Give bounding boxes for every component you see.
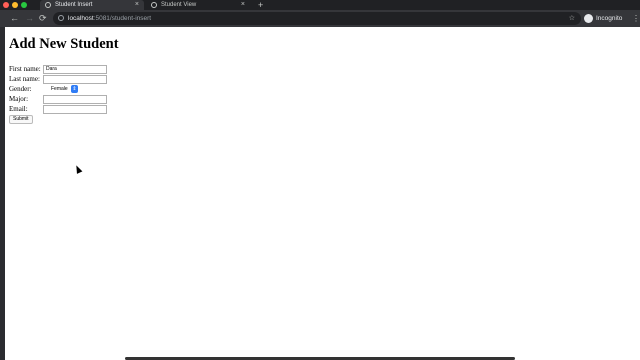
tab-title: Student View xyxy=(161,2,197,8)
globe-icon xyxy=(151,2,157,8)
new-tab-button[interactable]: + xyxy=(258,0,263,10)
forward-arrow-icon[interactable]: → xyxy=(25,10,34,27)
tab-close-icon[interactable]: × xyxy=(241,0,245,10)
gender-label: Gender: xyxy=(9,85,32,93)
bookmark-star-icon[interactable]: ☆ xyxy=(569,12,575,25)
major-input[interactable] xyxy=(43,95,107,104)
url-host: localhost xyxy=(68,15,94,22)
submit-button[interactable]: Submit xyxy=(9,115,33,124)
info-icon[interactable] xyxy=(58,15,64,21)
tab-close-icon[interactable]: × xyxy=(135,0,139,10)
last-name-label: Last name: xyxy=(9,75,40,83)
email-label: Email: xyxy=(9,105,28,113)
reload-icon[interactable]: ⟳ xyxy=(39,10,47,27)
page-title: Add New Student xyxy=(9,36,119,52)
globe-icon xyxy=(45,2,51,8)
window-minimize-dot[interactable] xyxy=(12,2,18,8)
browser-toolbar: ← → ⟳ localhost:5081/student-insert ☆ xyxy=(0,10,640,27)
last-name-input[interactable] xyxy=(43,75,107,84)
incognito-label: Incognito xyxy=(596,15,623,22)
select-chevron-icon: ⇕ xyxy=(71,85,78,93)
tab-strip: Student Insert × Student View × + xyxy=(0,0,640,10)
first-name-input[interactable]: Dara xyxy=(43,65,107,74)
address-bar[interactable]: localhost:5081/student-insert ☆ xyxy=(53,12,581,25)
page-viewport: Add New Student First name: Dara Last na… xyxy=(5,27,640,360)
tab-student-view[interactable]: Student View × xyxy=(146,0,250,10)
url-text: localhost:5081/student-insert xyxy=(68,12,151,25)
window-close-dot[interactable] xyxy=(3,2,9,8)
tab-title: Student Insert xyxy=(55,2,93,8)
menu-icon[interactable]: ⋮ xyxy=(632,10,640,27)
email-input[interactable] xyxy=(43,105,107,114)
incognito-icon xyxy=(584,14,593,23)
major-label: Major: xyxy=(9,95,29,103)
tab-student-insert[interactable]: Student Insert × xyxy=(40,0,144,10)
url-path: :5081/student-insert xyxy=(93,15,152,22)
gender-selected-value: Female xyxy=(51,86,68,92)
back-arrow-icon[interactable]: ← xyxy=(10,10,19,27)
window-zoom-dot[interactable] xyxy=(21,2,27,8)
first-name-label: First name: xyxy=(9,65,41,73)
mouse-cursor xyxy=(73,164,83,174)
